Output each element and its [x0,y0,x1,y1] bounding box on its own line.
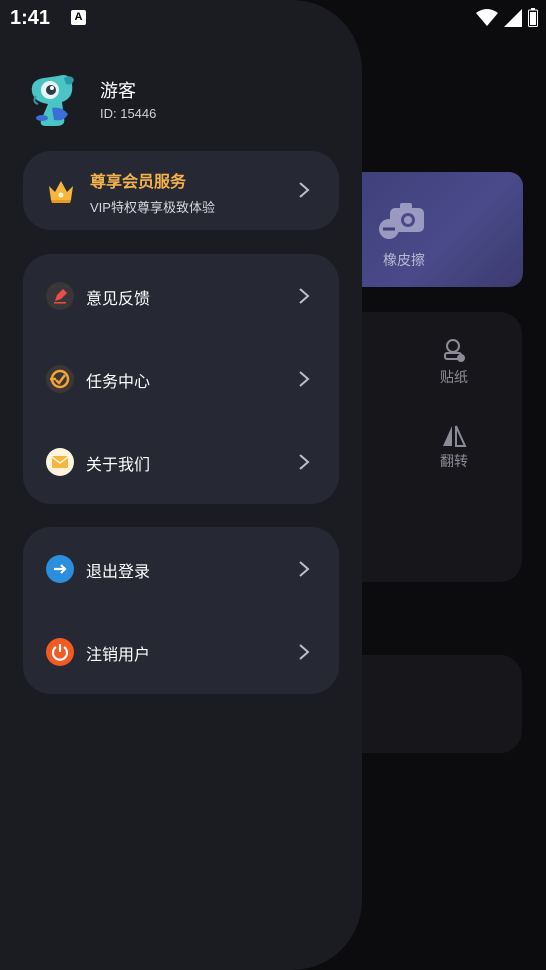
chevron-right-icon [299,182,310,198]
vip-title: 尊享会员服务 [90,174,187,191]
crown-icon [47,178,75,209]
user-name: 游客 [100,81,136,101]
menu-group-main: 意见反馈 任务中心 关于我们 [23,254,339,504]
chevron-right-icon [299,454,310,470]
battery-icon [528,8,538,27]
menu-group-account: 退出登录 注销用户 [23,527,339,694]
menu-item-deregister[interactable]: 注销用户 [23,622,339,682]
signal-icon [504,8,522,27]
sticker-icon [444,339,465,362]
eraser-icon [378,202,426,247]
logout-label: 退出登录 [86,564,151,581]
menu-item-about[interactable]: 关于我们 [23,432,339,492]
chevron-right-icon [299,644,310,660]
logout-icon [46,555,74,583]
menu-item-logout[interactable]: 退出登录 [23,539,339,599]
chevron-right-icon [299,561,310,577]
chevron-right-icon [299,371,310,387]
flip-tool[interactable]: 翻转 [430,424,478,471]
chevron-right-icon [299,288,310,304]
power-icon [46,638,74,666]
status-time: 1:41 [10,7,51,29]
status-bar: 1:41 A [0,0,546,36]
flip-label: 翻转 [440,453,468,469]
mail-icon [46,448,74,476]
menu-item-tasks[interactable]: 任务中心 [23,349,339,409]
menu-item-feedback[interactable]: 意见反馈 [23,266,339,326]
about-label: 关于我们 [86,457,151,474]
side-drawer: 游客 ID: 15446 尊享会员服务 VIP特权尊享极致体验 意见反馈 任务中 [0,0,362,970]
vip-service-card[interactable]: 尊享会员服务 VIP特权尊享极致体验 [23,151,339,230]
status-icons [476,8,538,27]
notification-a-icon: A [71,10,86,25]
task-center-icon [46,365,74,393]
flip-icon [443,425,467,447]
sticker-label: 贴纸 [440,369,468,385]
vip-subtitle: VIP特权尊享极致体验 [90,200,215,215]
wifi-icon [476,8,498,26]
sticker-tool[interactable]: 贴纸 [430,338,478,387]
feedback-label: 意见反馈 [86,291,151,308]
avatar[interactable] [28,72,78,128]
user-id: ID: 15446 [100,106,157,121]
deregister-label: 注销用户 [86,647,151,664]
tasks-label: 任务中心 [86,374,151,391]
feedback-icon [46,282,74,310]
